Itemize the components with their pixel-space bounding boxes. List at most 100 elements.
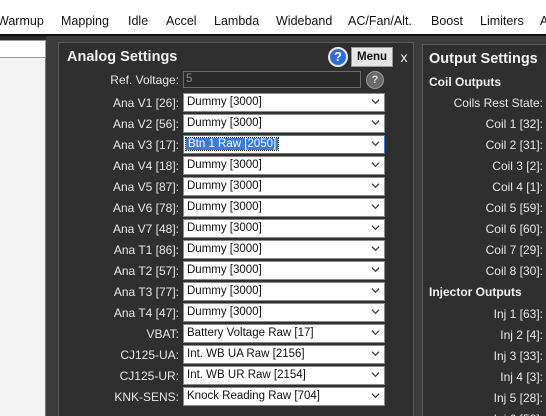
menu-overflow-item[interactable]: A — [540, 14, 546, 34]
analog-row-select[interactable]: Dummy [3000] — [183, 156, 385, 175]
analog-row-label: VBAT: — [146, 327, 179, 341]
analog-row-select-value: Knock Reading Raw [704] — [187, 390, 320, 402]
ref-voltage-field[interactable]: 5 — [183, 71, 361, 88]
analog-row-label: Ana V3 [17]: — [112, 138, 179, 152]
analog-row-select-value: Dummy [3000] — [187, 264, 262, 276]
analog-settings-panel: Analog Settings ? Menu x Ref. Voltage: 5… — [58, 42, 414, 416]
chevron-down-icon — [371, 351, 380, 357]
chevron-down-icon — [371, 225, 380, 231]
coil-output-label: Coil 7 [29]: — [485, 243, 543, 257]
panel-title: Analog Settings — [67, 49, 178, 65]
coil-output-label: Coils Rest State: — [453, 96, 543, 110]
menu-lambda[interactable]: Lambda — [214, 14, 259, 34]
analog-row-label: Ana T4 [47]: — [113, 306, 179, 320]
analog-row-select-value: Int. WB UA Raw [2156] — [187, 348, 305, 360]
menu-ac-fan-alt[interactable]: AC/Fan/Alt. — [348, 14, 412, 34]
chevron-down-icon — [371, 330, 380, 336]
chevron-down-icon — [371, 393, 380, 399]
coil-output-label: Coil 3 [2]: — [492, 159, 543, 173]
coil-outputs-heading: Coil Outputs — [429, 75, 501, 89]
analog-row-select[interactable]: Dummy [3000] — [183, 261, 385, 280]
menu-limiters[interactable]: Limiters — [480, 14, 524, 34]
top-menu-bar: Warmup Mapping Idle Accel Lambda Wideban… — [0, 0, 546, 36]
injector-output-label: Inj 4 [3]: — [500, 370, 543, 384]
analog-row-select-value: Dummy [3000] — [187, 243, 262, 255]
analog-row-label: CJ125-UA: — [120, 348, 179, 362]
coil-output-label: Coil 2 [31]: — [485, 138, 543, 152]
analog-row-select[interactable]: Dummy [3000] — [183, 177, 385, 196]
chevron-down-icon — [371, 183, 380, 189]
left-panel-body — [0, 58, 46, 416]
menu-accel[interactable]: Accel — [166, 14, 197, 34]
analog-row-select[interactable]: Int. WB UA Raw [2156] — [183, 345, 385, 364]
menu-boost[interactable]: Boost — [431, 14, 463, 34]
menu-mapping[interactable]: Mapping — [61, 14, 109, 34]
analog-row-select[interactable]: Dummy [3000] — [183, 219, 385, 238]
ref-voltage-label: Ref. Voltage: — [110, 73, 179, 87]
analog-row-select-value: Btn 1 Raw [2050] — [184, 137, 280, 151]
chevron-down-icon — [371, 246, 380, 252]
injector-output-label: Inj 5 [28]: — [493, 391, 543, 405]
analog-row-select[interactable]: Battery Voltage Raw [17] — [183, 324, 385, 343]
analog-row-select[interactable]: Dummy [3000] — [183, 303, 385, 322]
injector-output-label: Inj 1 [63]: — [493, 307, 543, 321]
app-window: Warmup Mapping Idle Accel Lambda Wideban… — [0, 0, 546, 416]
analog-row-select[interactable]: Dummy [3000] — [183, 198, 385, 217]
menu-wideband[interactable]: Wideband — [276, 14, 332, 34]
injector-output-label: Inj 2 [4]: — [500, 328, 543, 342]
analog-row-label: Ana V5 [87]: — [112, 180, 179, 194]
ref-voltage-help-icon[interactable]: ? — [366, 71, 384, 89]
analog-row-select-value: Dummy [3000] — [187, 201, 262, 213]
analog-row-select[interactable]: Knock Reading Raw [704] — [183, 387, 385, 406]
analog-row-select[interactable]: Int. WB UR Raw [2154] — [183, 366, 385, 385]
analog-row-select-value: Dummy [3000] — [187, 117, 262, 129]
coil-output-label: Coil 8 [30]: — [485, 264, 543, 278]
analog-row-label: KNK-SENS: — [114, 390, 179, 404]
analog-row-select-value: Dummy [3000] — [187, 96, 262, 108]
chevron-down-icon — [371, 204, 380, 210]
analog-row-label: Ana V7 [48]: — [112, 222, 179, 236]
injector-output-label: Inj 3 [33]: — [493, 349, 543, 363]
chevron-down-icon — [371, 141, 380, 147]
analog-row-label: Ana T3 [77]: — [113, 285, 179, 299]
analog-row-label: Ana V2 [56]: — [112, 117, 179, 131]
analog-row-select[interactable]: Btn 1 Raw [2050] — [183, 135, 385, 154]
output-settings-panel: Output Settings Coil Outputs Coils Rest … — [422, 44, 546, 416]
coil-output-label: Coil 4 [1]: — [492, 180, 543, 194]
chevron-down-icon — [371, 288, 380, 294]
analog-row-select[interactable]: Dummy [3000] — [183, 282, 385, 301]
analog-row-select-value: Dummy [3000] — [187, 306, 262, 318]
analog-row-select-value: Dummy [3000] — [187, 222, 262, 234]
coil-output-label: Coil 6 [60]: — [485, 222, 543, 236]
coil-output-label: Coil 5 [59]: — [485, 201, 543, 215]
chevron-down-icon — [371, 267, 380, 273]
chevron-down-icon — [371, 372, 380, 378]
analog-row-select-value: Dummy [3000] — [187, 285, 262, 297]
chevron-down-icon — [371, 99, 380, 105]
analog-row-select-value: Battery Voltage Raw [17] — [187, 327, 314, 339]
left-panel-sliver — [0, 36, 46, 416]
help-icon[interactable]: ? — [328, 47, 348, 67]
analog-row-label: Ana V6 [78]: — [112, 201, 179, 215]
chevron-down-icon — [371, 120, 380, 126]
analog-row-select[interactable]: Dummy [3000] — [183, 240, 385, 259]
injector-outputs-heading: Injector Outputs — [429, 285, 522, 299]
analog-row-select[interactable]: Dummy [3000] — [183, 114, 385, 133]
analog-row-label: CJ125-UR: — [119, 369, 179, 383]
chevron-down-icon — [371, 309, 380, 315]
menu-button[interactable]: Menu — [351, 47, 393, 67]
injector-output-label: Inj 6 [58]: — [494, 412, 543, 416]
analog-row-label: Ana T2 [57]: — [113, 264, 179, 278]
close-button[interactable]: x — [396, 47, 412, 67]
menu-warmup[interactable]: Warmup — [0, 14, 44, 34]
left-panel-header — [0, 40, 46, 58]
analog-row-label: Ana V1 [26]: — [112, 96, 179, 110]
analog-row-label: Ana T1 [86]: — [113, 243, 179, 257]
analog-row-select-value: Int. WB UR Raw [2154] — [187, 369, 306, 381]
menu-idle[interactable]: Idle — [128, 14, 148, 34]
analog-row-select-value: Dummy [3000] — [187, 180, 262, 192]
chevron-down-icon — [371, 162, 380, 168]
analog-row-select-value: Dummy [3000] — [187, 159, 262, 171]
analog-row-select[interactable]: Dummy [3000] — [183, 93, 385, 112]
output-panel-title: Output Settings — [429, 51, 538, 67]
